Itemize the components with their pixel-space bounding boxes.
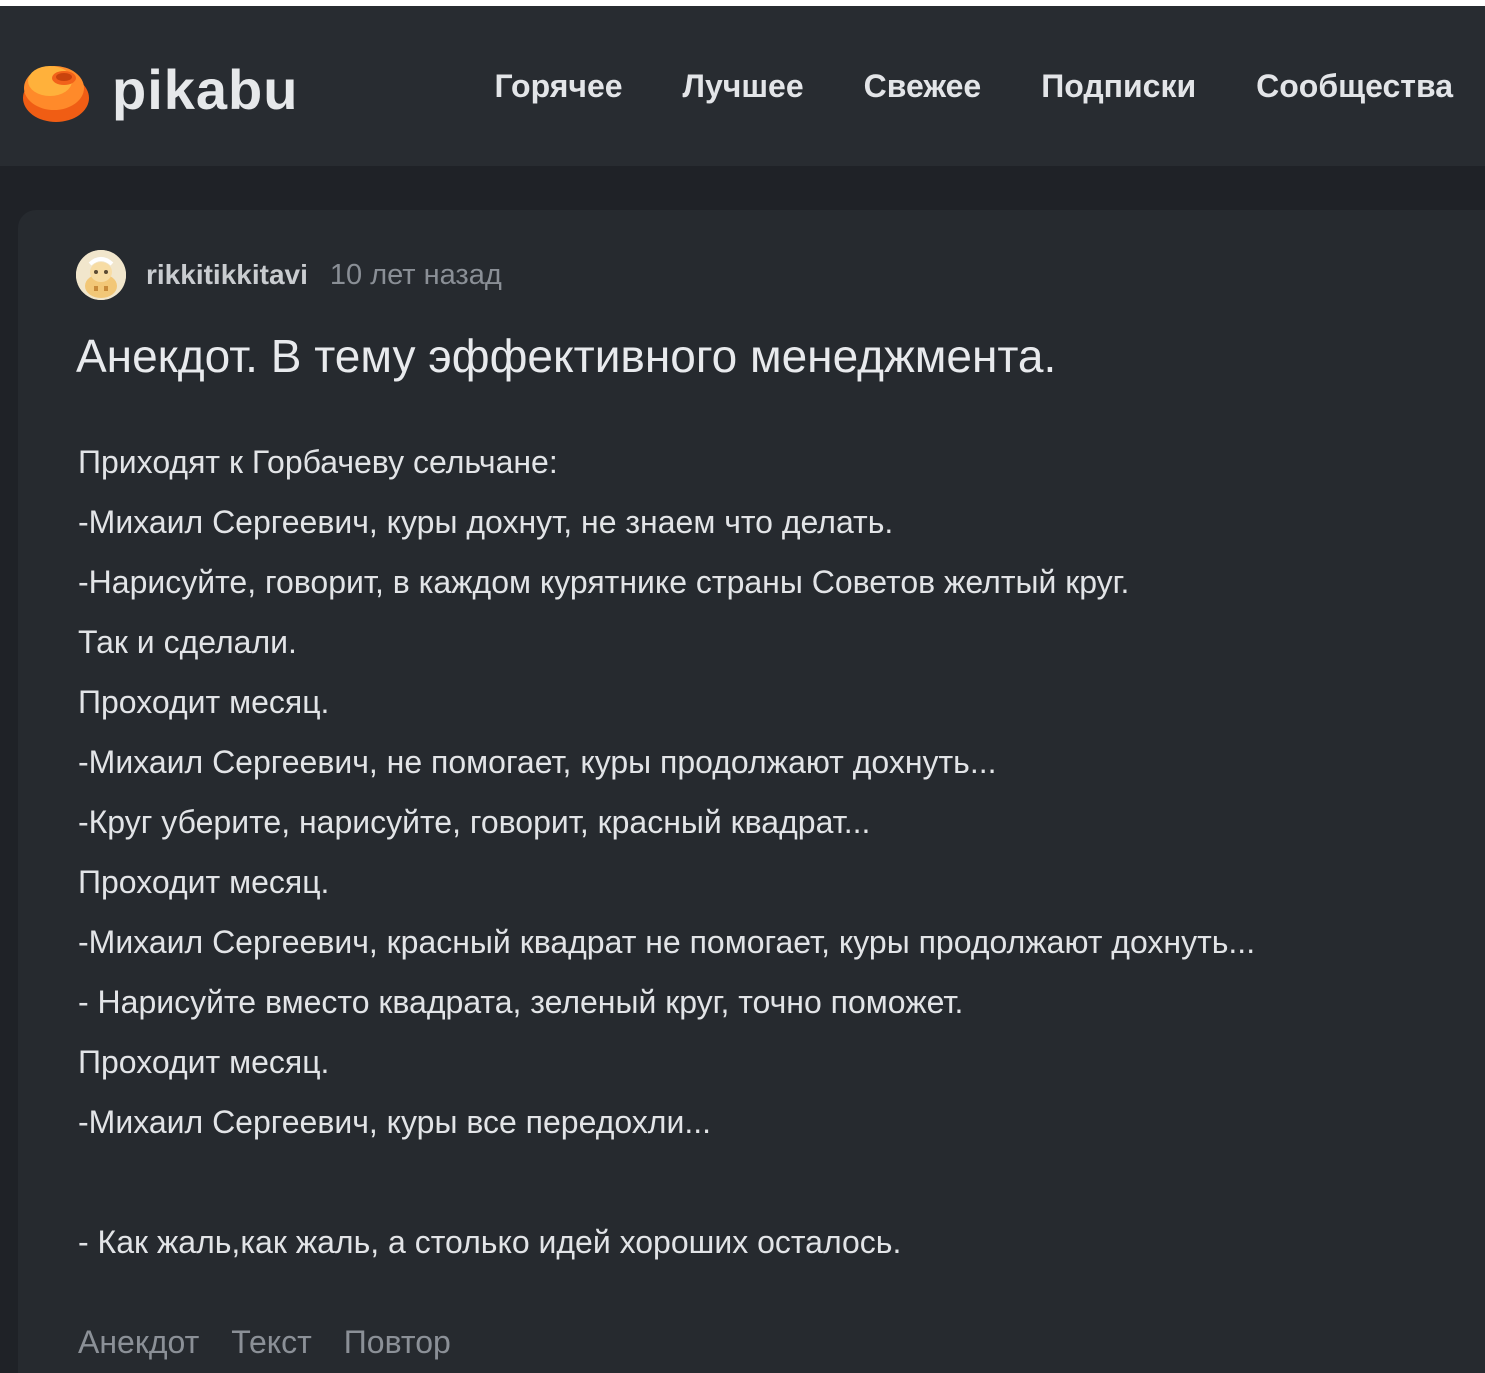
post-meta: rikkitikkitavi 10 лет назад — [76, 250, 502, 300]
logo-text: pikabu — [112, 58, 299, 121]
post-line: -Михаил Сергеевич, красный квадрат не по… — [78, 924, 1256, 960]
post-line: -Михаил Сергеевич, не помогает, куры про… — [78, 744, 997, 780]
post-line: - Нарисуйте вместо квадрата, зеленый кру… — [78, 984, 964, 1020]
post-card: rikkitikkitavi 10 лет назад Анекдот. В т… — [18, 210, 1485, 1373]
post-line: -Нарисуйте, говорит, в каждом курятнике … — [78, 564, 1130, 600]
post-line-blank — [78, 1152, 1458, 1212]
post-line: Проходит месяц. — [78, 684, 330, 720]
logo-link[interactable]: pikabu — [20, 50, 320, 130]
nav-best[interactable]: Лучшее — [683, 66, 804, 106]
post-title[interactable]: Анекдот. В тему эффективного менеджмента… — [76, 328, 1056, 384]
author-name[interactable]: rikkitikkitavi — [146, 259, 308, 291]
pikabu-logo-icon — [20, 54, 92, 126]
main-nav: Горячее Лучшее Свежее Подписки Сообществ… — [494, 66, 1453, 106]
tag-anekdot[interactable]: Анекдот — [78, 1322, 199, 1362]
tag-repeat[interactable]: Повтор — [344, 1322, 451, 1362]
user-avatar[interactable] — [76, 250, 126, 300]
nav-communities[interactable]: Сообщества — [1256, 66, 1453, 106]
post-time: 10 лет назад — [329, 258, 502, 291]
post-tags: Анекдот Текст Повтор — [78, 1322, 451, 1362]
post-body: Приходят к Горбачеву сельчане: -Михаил С… — [78, 432, 1458, 1272]
site-header: pikabu Горячее Лучшее Свежее Подписки Со… — [0, 6, 1485, 166]
post-line: -Круг уберите, нарисуйте, говорит, красн… — [78, 804, 871, 840]
post-line: Проходит месяц. — [78, 1044, 330, 1080]
post-line: Проходит месяц. — [78, 864, 330, 900]
nav-fresh[interactable]: Свежее — [864, 66, 982, 106]
tag-text[interactable]: Текст — [231, 1322, 312, 1362]
post-line: -Михаил Сергеевич, куры все передохли... — [78, 1104, 712, 1140]
post-line: Приходят к Горбачеву сельчане: — [78, 444, 558, 480]
post-line: -Михаил Сергеевич, куры дохнут, не знаем… — [78, 504, 894, 540]
nav-hot[interactable]: Горячее — [494, 66, 622, 106]
post-line: Так и сделали. — [78, 624, 297, 660]
nav-subscriptions[interactable]: Подписки — [1041, 66, 1196, 106]
page: pikabu Горячее Лучшее Свежее Подписки Со… — [0, 6, 1485, 1373]
post-line: - Как жаль,как жаль, а столько идей хоро… — [78, 1224, 902, 1260]
